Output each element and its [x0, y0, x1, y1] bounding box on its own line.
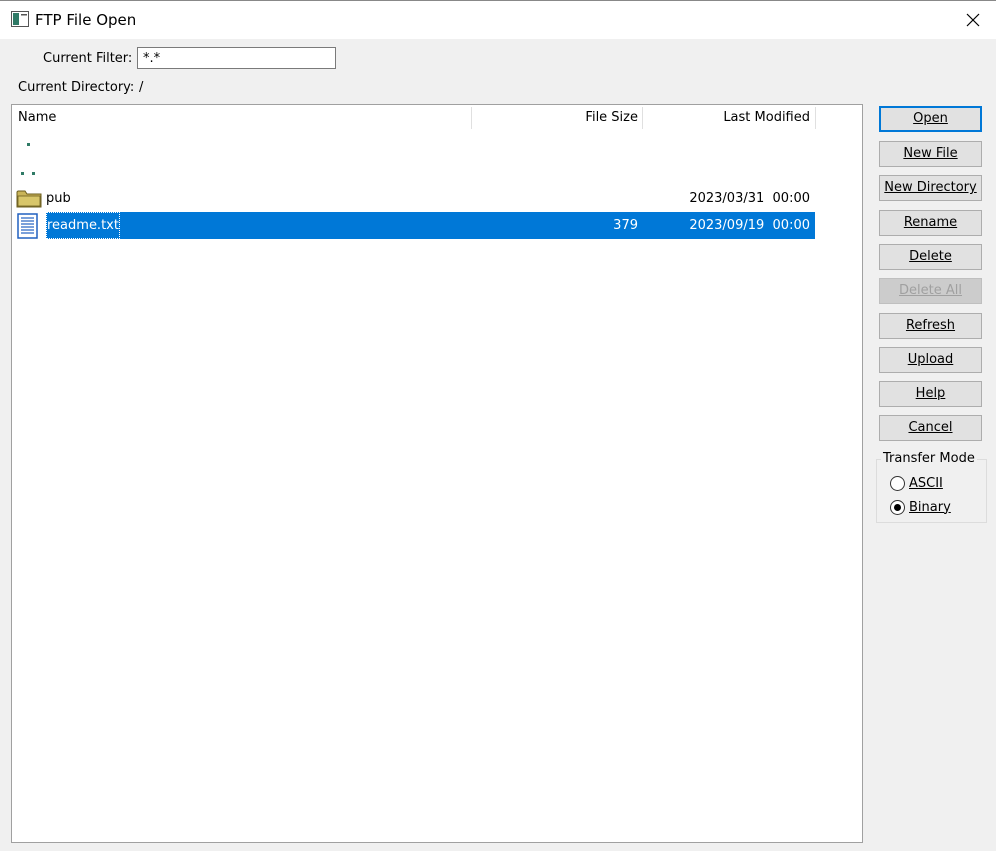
item-name: readme.txt [46, 212, 120, 239]
binary-radio-label: Binary [909, 499, 951, 515]
current-dir-icon [27, 143, 30, 146]
refresh-button[interactable]: Refresh [879, 313, 982, 339]
text-file-icon [17, 213, 38, 239]
column-header-name[interactable]: Name [18, 105, 56, 130]
app-icon [11, 11, 29, 27]
column-header-size[interactable]: File Size [472, 105, 638, 130]
cancel-button[interactable]: Cancel [879, 415, 982, 441]
folder-icon [16, 190, 42, 208]
close-icon [966, 13, 980, 27]
binary-radio-option[interactable]: Binary [890, 498, 951, 516]
new-file-button[interactable]: New File [879, 141, 982, 167]
binary-radio[interactable] [890, 499, 905, 515]
item-modified: 2023/03/31 00:00 [689, 191, 810, 206]
title-bar: FTP File Open [0, 0, 996, 39]
list-item-file-selected[interactable]: readme.txt 379 2023/09/19 00:00 [12, 212, 862, 239]
list-item-parent-dir[interactable] [12, 157, 862, 184]
help-button[interactable]: Help [879, 381, 982, 407]
item-size: 379 [613, 218, 638, 233]
filter-input[interactable] [137, 47, 336, 69]
parent-dir-icon [21, 172, 35, 175]
item-name: pub [46, 191, 71, 206]
item-modified: 2023/09/19 00:00 [689, 218, 810, 233]
new-directory-button[interactable]: New Directory [879, 175, 982, 201]
delete-all-button[interactable]: Delete All [879, 278, 982, 304]
close-button[interactable] [950, 1, 996, 39]
radio-selected-dot [894, 503, 901, 511]
column-separator[interactable] [815, 107, 816, 129]
delete-button[interactable]: Delete [879, 244, 982, 270]
directory-label: Current Directory: [18, 80, 135, 95]
ascii-radio-option[interactable]: ASCII [890, 474, 943, 492]
ascii-radio-label: ASCII [909, 475, 943, 491]
column-header-modified[interactable]: Last Modified [643, 105, 810, 130]
file-list[interactable]: Name File Size Last Modified pub 2023/03… [11, 104, 863, 843]
upload-button[interactable]: Upload [879, 347, 982, 373]
rename-button[interactable]: Rename [879, 210, 982, 236]
transfer-mode-title: Transfer Mode [881, 451, 977, 466]
list-item-current-dir[interactable] [12, 130, 862, 157]
open-button[interactable]: Open [879, 106, 982, 132]
list-item-folder[interactable]: pub 2023/03/31 00:00 [12, 185, 862, 212]
directory-value: / [139, 80, 144, 95]
filter-label: Current Filter: [43, 51, 133, 66]
window-title: FTP File Open [35, 11, 137, 29]
ascii-radio[interactable] [890, 475, 905, 491]
